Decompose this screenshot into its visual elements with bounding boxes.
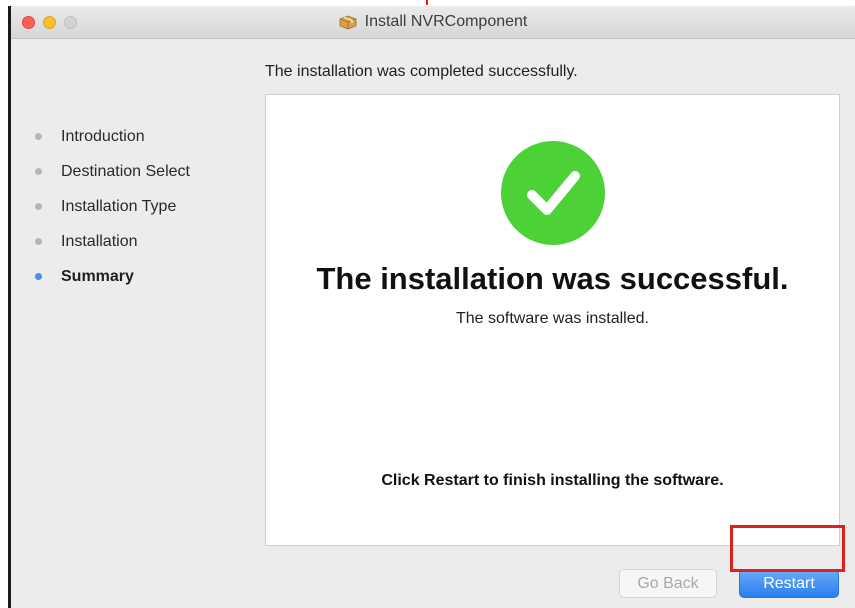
step-installation: Installation — [11, 224, 256, 259]
success-check-icon — [501, 141, 605, 245]
success-subtitle: The software was installed. — [456, 310, 649, 327]
step-dot — [35, 168, 42, 175]
step-label: Introduction — [61, 127, 145, 145]
step-summary: Summary — [11, 259, 256, 294]
step-installation-type: Installation Type — [11, 189, 256, 224]
annotation-highlight-box — [730, 525, 845, 572]
steps-sidebar: Introduction Destination Select Installa… — [11, 119, 256, 294]
step-dot — [35, 133, 42, 140]
window-title: Install NVRComponent — [364, 13, 528, 30]
step-dot — [35, 203, 42, 210]
step-label: Destination Select — [61, 162, 190, 180]
window-title-wrap: Install NVRComponent — [11, 6, 855, 38]
step-label: Installation Type — [61, 197, 177, 215]
page-heading: The installation was completed successfu… — [265, 63, 578, 80]
step-destination-select: Destination Select — [11, 154, 256, 189]
success-title: The installation was successful. — [316, 261, 789, 296]
annotation-mark — [426, 0, 428, 5]
package-icon — [339, 14, 357, 30]
restart-instruction: Click Restart to finish installing the s… — [381, 472, 724, 489]
restart-button[interactable]: Restart — [739, 569, 839, 598]
step-dot — [35, 238, 42, 245]
step-label: Installation — [61, 232, 138, 250]
current-step-dot — [35, 273, 42, 280]
title-bar[interactable]: Install NVRComponent — [11, 6, 855, 39]
step-introduction: Introduction — [11, 119, 256, 154]
step-label: Summary — [61, 267, 134, 285]
installer-window: Install NVRComponent The installation wa… — [8, 6, 855, 608]
summary-panel: The installation was successful. The sof… — [265, 94, 840, 546]
go-back-button: Go Back — [619, 569, 717, 598]
